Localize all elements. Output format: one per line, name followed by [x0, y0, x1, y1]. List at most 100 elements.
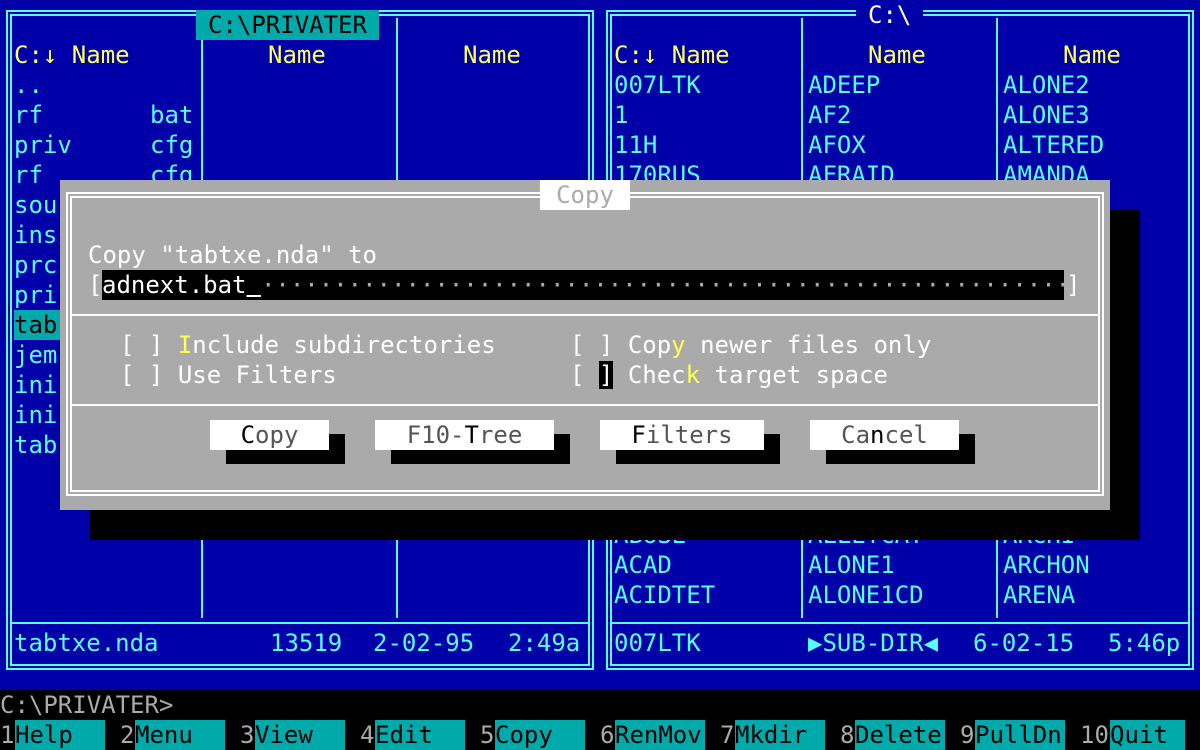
- hotkey: C: [240, 421, 256, 449]
- status-divider: [10, 622, 590, 624]
- fkey-number: 3: [240, 720, 255, 750]
- status-size: 13519: [270, 629, 343, 657]
- column-header[interactable]: Name: [1063, 40, 1121, 70]
- status-size: ▶SUB-DIR◀: [808, 629, 939, 657]
- column-header[interactable]: Name: [868, 40, 926, 70]
- status-date: 2-02-95: [373, 629, 475, 657]
- file-row[interactable]: priv cfg: [14, 130, 194, 160]
- fkey-quit[interactable]: Quit: [1110, 720, 1185, 750]
- file-ext: cfg: [150, 131, 194, 159]
- status-date: 6-02-15: [973, 629, 1075, 657]
- fkey-view[interactable]: View: [255, 720, 345, 750]
- file-name: tab: [14, 431, 58, 459]
- hotkey: n: [870, 421, 885, 449]
- file-name[interactable]: ALONE2: [1003, 70, 1090, 100]
- checkbox-label: nclude subdirectories: [192, 331, 496, 359]
- button-label: Ca: [841, 421, 871, 449]
- hotkey: T: [464, 421, 479, 449]
- fkey-delete[interactable]: Delete: [855, 720, 945, 750]
- file-row[interactable]: ..: [14, 70, 194, 100]
- cancel-button[interactable]: Cancel: [810, 420, 959, 450]
- copy-button[interactable]: Copy: [210, 420, 329, 450]
- checkbox-label: Cop: [627, 331, 672, 359]
- destination-field[interactable]: [ adnext.bat ···························…: [88, 270, 1088, 300]
- hotkey: k: [685, 361, 701, 389]
- button-label: F10-: [406, 421, 465, 449]
- fkey-number: 10: [1080, 720, 1110, 750]
- field-fill: ········································…: [260, 271, 1064, 299]
- copy-dialog[interactable]: Copy Copy "tabtxe.nda" to [ adnext.bat ·…: [60, 180, 1110, 510]
- hotkey: F: [631, 421, 646, 449]
- file-name[interactable]: ACAD: [614, 550, 672, 580]
- file-name[interactable]: AFOX: [808, 130, 866, 160]
- text-cursor: [247, 271, 261, 299]
- checkbox-focus-cursor: ]: [598, 361, 614, 389]
- file-name[interactable]: ACIDTET: [614, 580, 715, 610]
- include-subdirectories-checkbox[interactable]: [ ] Include subdirectories: [120, 330, 496, 360]
- checkbox-label: Use Filters: [177, 361, 337, 389]
- fkey-help[interactable]: Help: [15, 720, 105, 750]
- status-filename: 007LTK: [614, 629, 701, 657]
- column-header[interactable]: Name: [268, 40, 326, 70]
- status-filename: tabtxe.nda: [14, 629, 159, 657]
- fkey-menu[interactable]: Menu: [135, 720, 225, 750]
- file-name[interactable]: 007LTK: [614, 70, 701, 100]
- tree-button[interactable]: F10-Tree: [375, 420, 554, 450]
- copy-newer-checkbox[interactable]: [ ] Copy newer files only: [570, 330, 931, 360]
- fkey-number: 1: [0, 720, 15, 750]
- destination-input[interactable]: adnext.bat ·····························…: [102, 270, 1064, 300]
- destination-input-value: adnext.bat: [102, 271, 247, 299]
- file-name[interactable]: ADEEP: [808, 70, 880, 100]
- file-name: rf: [14, 161, 43, 189]
- dialog-title: Copy: [540, 180, 630, 210]
- checkbox-label: target space: [700, 361, 888, 389]
- status-time: 2:49a: [508, 629, 581, 657]
- filters-button[interactable]: Filters: [600, 420, 764, 450]
- fkey-number: 9: [960, 720, 975, 750]
- fkey-number: 2: [120, 720, 135, 750]
- fkey-number: 4: [360, 720, 375, 750]
- file-name[interactable]: 11H: [614, 130, 657, 160]
- file-name[interactable]: 1: [614, 100, 628, 130]
- checkbox-box: [ ]: [570, 331, 614, 359]
- fkey-number: 7: [720, 720, 735, 750]
- file-name[interactable]: ALONE1CD: [808, 580, 924, 610]
- file-name[interactable]: ARENA: [1003, 580, 1075, 610]
- fkey-edit[interactable]: Edit: [375, 720, 465, 750]
- file-name: pri: [14, 281, 58, 309]
- field-bracket-right: ]: [1066, 271, 1081, 299]
- use-filters-checkbox[interactable]: [ ] Use Filters: [120, 360, 337, 390]
- column-header[interactable]: Name: [463, 40, 521, 70]
- file-name[interactable]: AF2: [808, 100, 851, 130]
- column-header[interactable]: C:↓ Name: [14, 40, 130, 70]
- command-line-area[interactable]: C:\PRIVATER>: [0, 690, 1200, 720]
- fkey-number: 8: [840, 720, 855, 750]
- fkey-mkdir[interactable]: Mkdir: [735, 720, 825, 750]
- column-header[interactable]: C:↓ Name: [614, 40, 730, 70]
- fkey-pulldn[interactable]: PullDn: [975, 720, 1065, 750]
- checkbox-box: [ ]: [120, 361, 164, 389]
- file-name[interactable]: ALONE1: [808, 550, 895, 580]
- checkbox-label: Chec: [627, 361, 686, 389]
- field-bracket-left: [: [88, 271, 103, 299]
- file-name: rf: [14, 101, 43, 129]
- file-name: jem: [14, 341, 58, 369]
- file-name[interactable]: ARCHON: [1003, 550, 1090, 580]
- check-target-checkbox[interactable]: [ ] Check target space: [570, 360, 888, 390]
- file-ext: bat: [150, 101, 194, 129]
- checkbox-label: newer files only: [685, 331, 932, 359]
- fkey-copy[interactable]: Copy: [495, 720, 585, 750]
- file-name: prc: [14, 251, 58, 279]
- dialog-divider: [72, 314, 1098, 316]
- fkey-renmov[interactable]: RenMov: [615, 720, 705, 750]
- fkey-number: 6: [600, 720, 615, 750]
- status-divider: [610, 622, 1190, 624]
- file-name[interactable]: ALONE3: [1003, 100, 1090, 130]
- file-row[interactable]: rf bat: [14, 100, 194, 130]
- checkbox-box: [: [570, 361, 599, 389]
- file-name: ini: [14, 401, 58, 429]
- file-name: ..: [14, 71, 43, 99]
- copy-prompt: Copy "tabtxe.nda" to: [88, 241, 377, 269]
- button-label: ilters: [645, 421, 733, 449]
- file-name[interactable]: ALTERED: [1003, 130, 1104, 160]
